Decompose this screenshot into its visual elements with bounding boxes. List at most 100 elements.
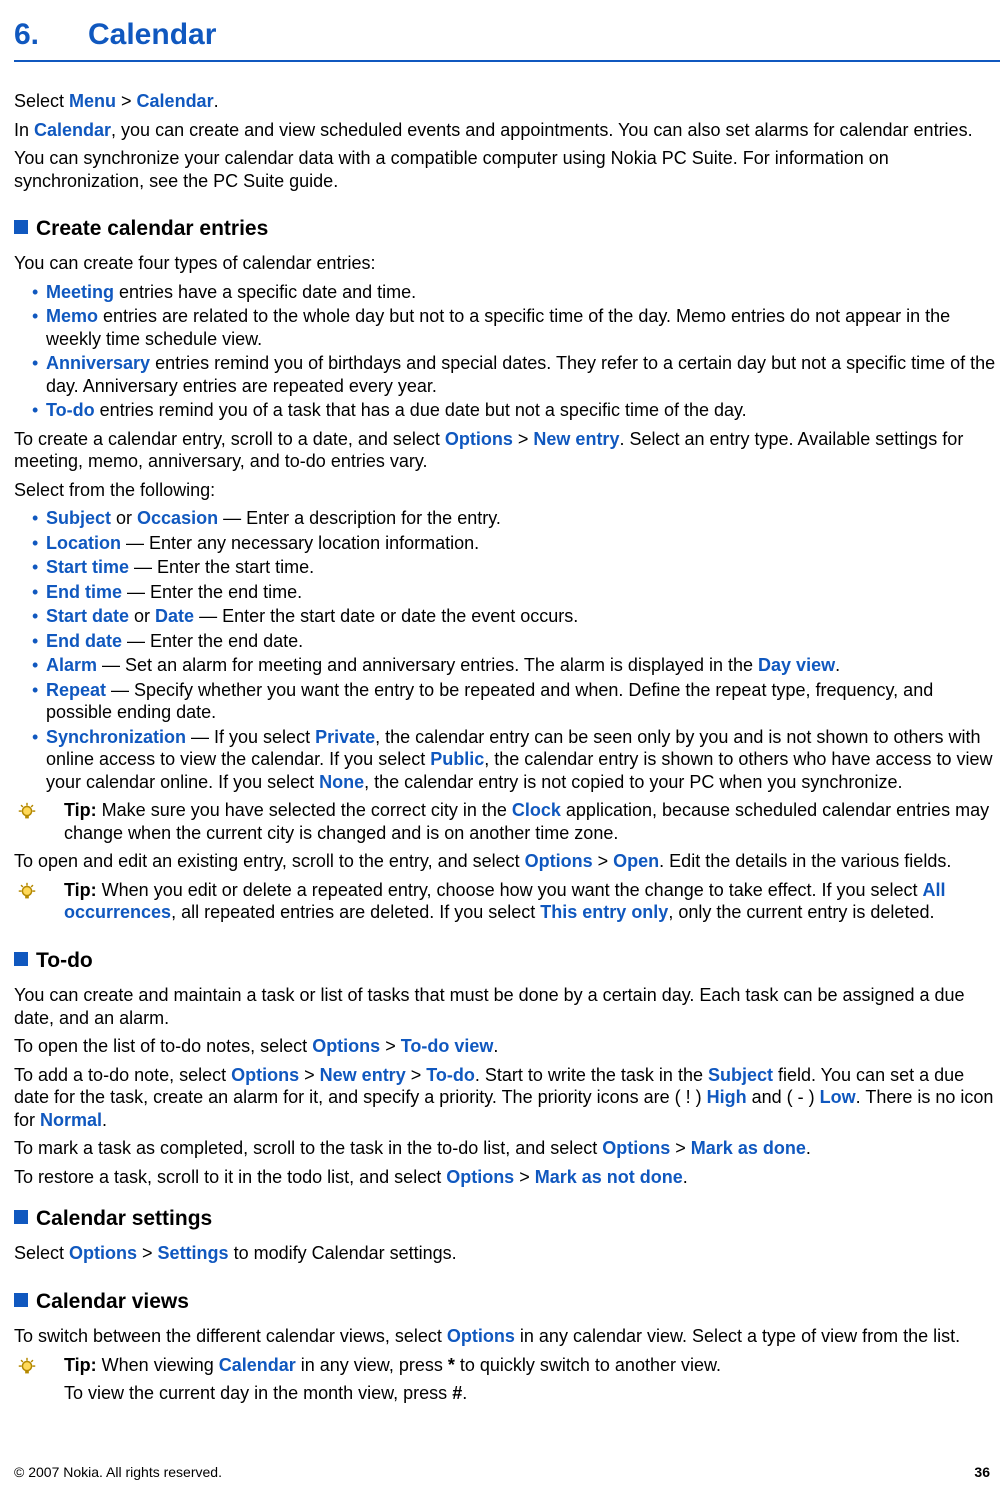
paragraph: To create a calendar entry, scroll to a … [14,428,1000,473]
tip-bulb-icon [14,799,64,823]
paragraph: You can create four types of calendar en… [14,252,1000,275]
ui-term: Subject [46,508,111,528]
document-page: 6.Calendar Select Menu > Calendar. In Ca… [0,0,1004,1492]
section-heading-views: Calendar views [14,1289,1000,1315]
ui-term: Options [446,1167,514,1187]
ui-term: To-do [426,1065,475,1085]
ui-term: Menu [69,91,116,111]
ui-term: Options [231,1065,299,1085]
ui-term: Settings [158,1243,229,1263]
ui-term: New entry [320,1065,406,1085]
text: To view the current day in the month vie… [64,1383,452,1403]
ui-term: Start date [46,606,129,626]
text: To switch between the different calendar… [14,1326,447,1346]
ui-term: None [319,772,364,792]
paragraph: Select Menu > Calendar. [14,90,1000,113]
tip-text: Tip: Make sure you have selected the cor… [64,799,1000,844]
ui-term: Subject [708,1065,773,1085]
list-item: Repeat — Specify whether you want the en… [32,679,1000,724]
text: entries have a specific date and time. [114,282,416,302]
text: in any calendar view. Select a type of v… [515,1326,960,1346]
text: to modify Calendar settings. [229,1243,457,1263]
text: Select [14,1243,69,1263]
heading-text: Calendar views [36,1290,189,1313]
text: > [137,1243,158,1263]
text: . [462,1383,467,1403]
tip-text: Tip: When viewing Calendar in any view, … [64,1354,1000,1405]
section-marker-icon [14,1210,28,1224]
ui-term: Day view [758,655,835,675]
section-marker-icon [14,952,28,966]
ui-term: Mark as done [691,1138,806,1158]
text: To add a to-do note, select [14,1065,231,1085]
text: , only the current entry is deleted. [668,902,934,922]
text: To mark a task as completed, scroll to t… [14,1138,602,1158]
list-item: To-do entries remind you of a task that … [32,399,1000,422]
ui-term: This entry only [540,902,668,922]
ui-term: Occasion [137,508,218,528]
heading-text: Calendar settings [36,1207,212,1230]
ui-term: Options [312,1036,380,1056]
list-item: End date — Enter the end date. [32,630,1000,653]
text: To create a calendar entry, scroll to a … [14,429,445,449]
tip-text: Tip: When you edit or delete a repeated … [64,879,1000,924]
ui-term: Location [46,533,121,553]
section-heading-todo: To-do [14,948,1000,974]
list-item: Alarm — Set an alarm for meeting and ann… [32,654,1000,677]
text: , all repeated entries are deleted. If y… [171,902,540,922]
tip-label: Tip: [64,880,102,900]
text: . [493,1036,498,1056]
ui-term: New entry [533,429,619,449]
text: To restore a task, scroll to it in the t… [14,1167,446,1187]
text: — Enter a description for the entry. [218,508,501,528]
chapter-heading: 6.Calendar [14,18,1000,52]
text: entries remind you of birthdays and spec… [46,353,995,396]
list-item: End time — Enter the end time. [32,581,1000,604]
entry-types-list: Meeting entries have a specific date and… [14,281,1000,422]
text: — Set an alarm for meeting and anniversa… [97,655,758,675]
text: — Enter the end date. [122,631,303,651]
paragraph: You can synchronize your calendar data w… [14,147,1000,192]
text: When viewing [102,1355,219,1375]
ui-term: Start time [46,557,129,577]
chapter-number: 6. [14,18,88,52]
text: To open the list of to-do notes, select [14,1036,312,1056]
list-item: Anniversary entries remind you of birthd… [32,352,1000,397]
text: To open and edit an existing entry, scro… [14,851,525,871]
section-marker-icon [14,220,28,234]
text: . [806,1138,811,1158]
ui-term: Open [613,851,659,871]
key-glyph: # [452,1383,462,1403]
text: > [513,429,534,449]
text: > [380,1036,401,1056]
ui-term: Options [525,851,593,871]
text: When you edit or delete a repeated entry… [102,880,923,900]
chapter-title: Calendar [88,18,216,51]
text: and ( - ) [747,1087,820,1107]
paragraph: Select from the following: [14,479,1000,502]
ui-term: Options [69,1243,137,1263]
heading-text: Create calendar entries [36,217,268,240]
text: in any view, press [296,1355,448,1375]
ui-term: Options [602,1138,670,1158]
text: Make sure you have selected the correct … [102,800,512,820]
text: . Start to write the task in the [475,1065,708,1085]
ui-term: Anniversary [46,353,150,373]
paragraph: To open and edit an existing entry, scro… [14,850,1000,873]
text: or [111,508,137,528]
text: entries remind you of a task that has a … [95,400,747,420]
text: — Enter the end time. [122,582,302,602]
text: , you can create and view scheduled even… [111,120,973,140]
paragraph: Select Options > Settings to modify Cale… [14,1242,1000,1265]
ui-term: Clock [512,800,561,820]
ui-term: Repeat [46,680,106,700]
text: In [14,120,34,140]
text: . Edit the details in the various fields… [659,851,951,871]
ui-term: To-do [46,400,95,420]
ui-term: Memo [46,306,98,326]
ui-term: Calendar [137,91,214,111]
paragraph: To restore a task, scroll to it in the t… [14,1166,1000,1189]
ui-term: Date [155,606,194,626]
paragraph: To open the list of to-do notes, select … [14,1035,1000,1058]
text: or [129,606,155,626]
